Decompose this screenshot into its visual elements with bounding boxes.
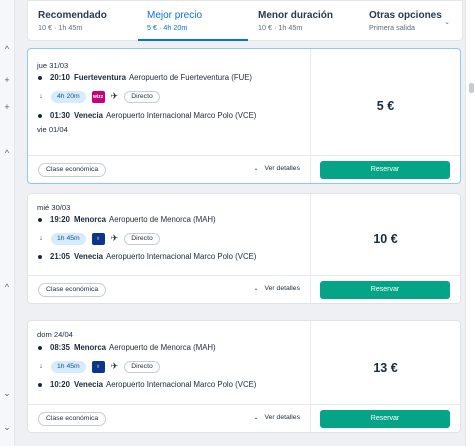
cabin-class-badge: Clase económica: [38, 283, 107, 297]
reserve-button[interactable]: Reservar: [320, 410, 450, 428]
arrival-city: Venecia: [73, 380, 103, 389]
arrival-leg: 10:20 Venecia Aeropuerto Internacional M…: [37, 379, 256, 390]
arrival-date: vie 01/04: [37, 125, 68, 134]
right-panel-edge: [465, 0, 475, 446]
duration-pill: 1h 45m: [51, 232, 86, 245]
filters-rail: ^ + + ^ ^ ⌄ ⌄: [0, 0, 15, 446]
cabin-class-badge: Clase económica: [38, 163, 107, 177]
tab-subtitle: 10 € · 1h 45m: [258, 23, 303, 32]
tab-title: Mejor precio: [147, 10, 203, 21]
tab-title: Menor duración: [258, 10, 334, 21]
departure-time: 08:35: [50, 343, 70, 352]
flight-card[interactable]: mié 30/03 19:20 Menorca Aeropuerto de Me…: [27, 193, 461, 304]
chevron-up-icon[interactable]: ^: [2, 44, 12, 54]
arrow-down-icon: ↓: [39, 235, 43, 242]
tab-recommended[interactable]: Recomendado 10 € · 1h 45m: [38, 1, 138, 41]
arrow-down-icon: ↓: [39, 363, 43, 370]
plus-icon[interactable]: +: [2, 75, 12, 85]
flight-card[interactable]: dom 24/04 08:35 Menorca Aeropuerto de Me…: [27, 320, 461, 433]
details-toggle[interactable]: ⌄ Ver detalles: [253, 414, 300, 421]
price: 10 €: [373, 232, 398, 246]
duration-pill: 1h 45m: [51, 360, 86, 373]
departure-airport: Aeropuerto de Fuerteventura (FUE): [128, 73, 253, 82]
tab-title: Recomendado: [38, 10, 107, 21]
duration-pill: 4h 20m: [51, 90, 86, 103]
departure-time: 20:10: [50, 73, 70, 82]
stops-pill: Directo: [124, 90, 160, 103]
arrival-airport: Aeropuerto Internacional Marco Polo (VCE…: [106, 380, 257, 389]
arrival-airport: Aeropuerto Internacional Marco Polo (VCE…: [106, 252, 257, 261]
tab-other-options[interactable]: Otras opciones Primera salida ⌄: [369, 1, 462, 41]
flight-info: ↓ 1h 45m ◊ ✈ Directo: [37, 232, 160, 245]
arrival-leg: 21:05 Venecia Aeropuerto Internacional M…: [37, 251, 256, 262]
departure-leg: 08:35 Menorca Aeropuerto de Menorca (MAH…: [37, 342, 216, 353]
departure-date: dom 24/04: [37, 330, 73, 339]
flight-info: ↓ 1h 45m ◊ ✈ Directo: [37, 360, 160, 373]
chevron-down-icon[interactable]: ⌄: [2, 388, 12, 399]
departure-leg: 19:20 Menorca Aeropuerto de Menorca (MAH…: [37, 214, 216, 225]
stops-pill: Directo: [124, 232, 160, 245]
tab-shortest[interactable]: Menor duración 10 € · 1h 45m: [258, 1, 363, 41]
arrival-city: Venecia: [73, 111, 103, 120]
dot-icon: [38, 217, 42, 222]
tab-subtitle: 10 € · 1h 45m: [38, 23, 83, 32]
card-footer: Clase económica ⌄ Ver detalles Reservar: [28, 275, 460, 303]
card-footer: Clase económica ⌄ Ver detalles Reservar: [28, 404, 460, 432]
ryanair-logo: ◊: [91, 360, 105, 373]
departure-date: mié 30/03: [37, 203, 71, 212]
arrow-down-icon: ↓: [39, 93, 43, 100]
flight-info: ↓ 4h 20m wizz ✈ Directo: [37, 90, 160, 103]
details-toggle[interactable]: ⌄ Ver detalles: [253, 285, 300, 292]
chevron-down-icon: ⌄: [253, 286, 259, 292]
dot-icon: [38, 345, 42, 350]
plane-icon: ✈: [110, 91, 119, 101]
cabin-class-badge: Clase económica: [38, 412, 107, 426]
dot-icon: [38, 75, 42, 80]
departure-airport: Aeropuerto de Menorca (MAH): [109, 343, 216, 352]
dot-icon: [38, 113, 42, 118]
departure-time: 19:20: [50, 215, 70, 224]
arrival-time: 01:30: [50, 111, 70, 120]
departure-leg: 20:10 Fuerteventura Aeropuerto de Fuerte…: [37, 72, 252, 83]
reserve-button[interactable]: Reservar: [320, 281, 450, 299]
details-label: Ver detalles: [264, 165, 300, 172]
departure-airport: Aeropuerto de Menorca (MAH): [109, 215, 216, 224]
scroll-thumb[interactable]: [469, 83, 474, 93]
chevron-up-icon[interactable]: ^: [2, 282, 12, 292]
chevron-down-icon: ⌄: [444, 19, 450, 26]
arrival-airport: Aeropuerto Internacional Marco Polo (VCE…: [106, 111, 257, 120]
details-toggle[interactable]: ⌄ Ver detalles: [253, 165, 300, 172]
tab-subtitle: 5 € · 4h 20m: [147, 23, 188, 32]
flight-card[interactable]: jue 31/03 20:10 Fuerteventura Aeropuerto…: [27, 48, 461, 184]
arrival-time: 21:05: [50, 252, 70, 261]
chevron-down-icon: ⌄: [253, 415, 259, 421]
price: 13 €: [373, 361, 398, 375]
departure-city: Fuerteventura: [73, 73, 126, 82]
active-tab-indicator: [138, 39, 248, 41]
chevron-down-icon: ⌄: [253, 166, 259, 172]
arrival-time: 10:20: [50, 380, 70, 389]
stops-pill: Directo: [124, 360, 160, 373]
card-footer: Clase económica ⌄ Ver detalles Reservar: [28, 155, 460, 183]
dot-icon: [38, 382, 42, 387]
tab-best-price[interactable]: Mejor precio 5 € · 4h 20m: [138, 1, 248, 41]
plus-icon[interactable]: +: [2, 102, 12, 112]
details-label: Ver detalles: [264, 285, 300, 292]
plane-icon: ✈: [110, 233, 119, 243]
dot-icon: [38, 254, 42, 259]
arrival-city: Venecia: [73, 252, 103, 261]
departure-city: Menorca: [73, 215, 107, 224]
wizz-air-logo: wizz: [91, 90, 105, 103]
chevron-down-icon[interactable]: ⌄: [2, 422, 12, 433]
plane-icon: ✈: [110, 361, 119, 371]
departure-city: Menorca: [73, 343, 107, 352]
sort-tabs: Recomendado 10 € · 1h 45m Mejor precio 5…: [27, 0, 463, 41]
ryanair-logo: ◊: [91, 232, 105, 245]
details-label: Ver detalles: [264, 414, 300, 421]
reserve-button[interactable]: Reservar: [320, 161, 450, 179]
departure-date: jue 31/03: [37, 61, 69, 70]
chevron-up-icon[interactable]: ^: [2, 148, 12, 158]
price: 5 €: [376, 99, 395, 113]
arrival-leg: 01:30 Venecia Aeropuerto Internacional M…: [37, 110, 256, 121]
